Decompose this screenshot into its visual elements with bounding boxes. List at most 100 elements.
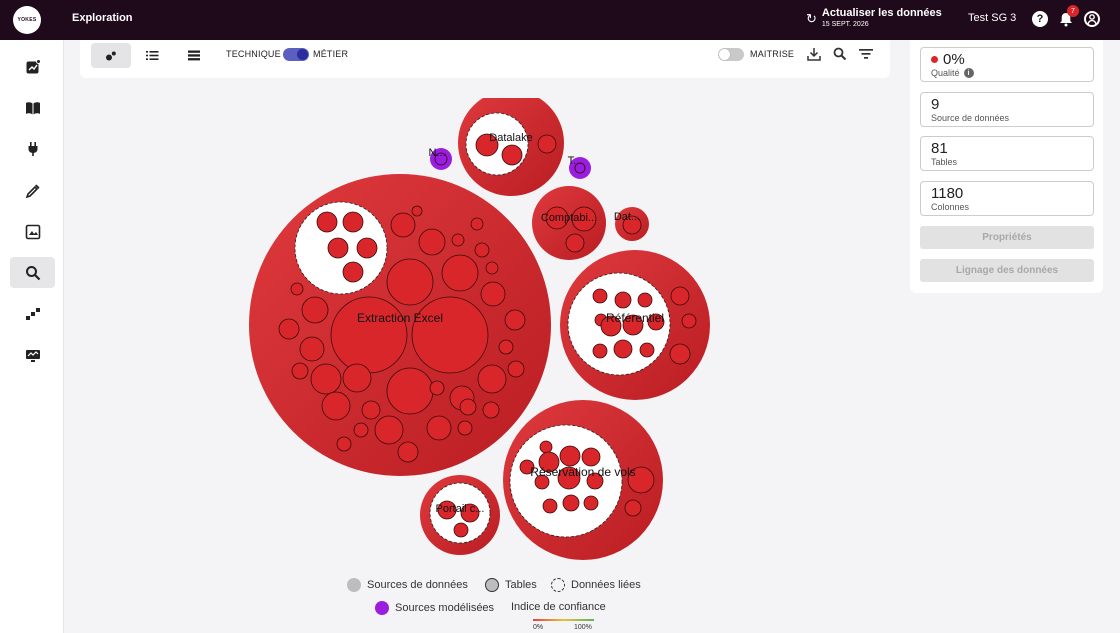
- legend-label-modeled: Sources modélisées: [395, 602, 495, 614]
- table-bubble[interactable]: [330, 296, 408, 374]
- table-bubble[interactable]: [342, 261, 364, 283]
- sources-stat: 9 Source de données: [920, 92, 1094, 127]
- table-bubble[interactable]: [291, 362, 309, 380]
- quality-status-dot: [931, 56, 938, 63]
- table-bubble[interactable]: [637, 292, 653, 308]
- data-lineage-button[interactable]: Lignage des données: [920, 259, 1094, 282]
- table-bubble[interactable]: [361, 400, 381, 420]
- sources-label: Source de données: [931, 113, 1010, 123]
- table-bubble[interactable]: [321, 391, 351, 421]
- bubble-label: Réservation de vols: [530, 465, 635, 479]
- stats-panel: 0% Qualité i 9 Source de données 81 Table…: [910, 40, 1103, 293]
- table-bubble[interactable]: [342, 363, 372, 393]
- table-bubble[interactable]: [624, 499, 642, 517]
- sources-value: 9: [931, 96, 940, 113]
- table-bubble[interactable]: [507, 360, 525, 378]
- table-bubble[interactable]: [453, 522, 469, 538]
- bubble-label: Portail c...: [436, 503, 485, 515]
- legend-label-tables: Tables: [505, 579, 537, 591]
- table-bubble[interactable]: [681, 313, 697, 329]
- table-bubble[interactable]: [613, 339, 633, 359]
- table-bubble[interactable]: [562, 494, 580, 512]
- table-bubble[interactable]: [670, 286, 690, 306]
- scale-min-label: 0%: [533, 624, 544, 631]
- bubble-label: N...: [428, 147, 445, 159]
- user-name: Test SG 3: [968, 12, 1017, 24]
- table-bubble[interactable]: [278, 318, 300, 340]
- info-icon[interactable]: i: [963, 68, 974, 78]
- properties-button[interactable]: Propriétés: [920, 226, 1094, 249]
- table-bubble[interactable]: [583, 495, 599, 511]
- table-bubble[interactable]: [429, 380, 445, 396]
- table-bubble[interactable]: [485, 261, 499, 275]
- table-bubble[interactable]: [539, 440, 553, 454]
- bubble-label: T...: [568, 155, 583, 167]
- user-avatar-icon[interactable]: [1084, 11, 1100, 27]
- table-bubble[interactable]: [418, 228, 446, 256]
- table-bubble[interactable]: [411, 205, 423, 217]
- table-bubble[interactable]: [451, 233, 465, 247]
- bubble-label: Extraction Excel: [357, 311, 443, 325]
- table-bubble[interactable]: [581, 447, 601, 467]
- bubble-label: Référentiel: [606, 311, 664, 325]
- confidence-scale: [533, 619, 594, 621]
- table-bubble[interactable]: [441, 254, 479, 292]
- table-bubble[interactable]: [426, 415, 452, 441]
- table-bubble[interactable]: [327, 237, 349, 259]
- legend-label-confidence: Indice de confiance: [511, 601, 606, 613]
- table-bubble[interactable]: [386, 258, 434, 306]
- table-bubble[interactable]: [614, 291, 632, 309]
- table-bubble[interactable]: [316, 211, 338, 233]
- table-bubble[interactable]: [299, 336, 325, 362]
- notification-badge: 7: [1067, 5, 1079, 17]
- legend-modeled: Sources modélisées: [375, 601, 494, 615]
- table-bubble[interactable]: [542, 498, 558, 514]
- quality-value: 0%: [943, 51, 965, 68]
- legend-swatch-modeled: [375, 601, 389, 615]
- table-bubble[interactable]: [342, 211, 364, 233]
- legend-sources: Sources de données: [347, 578, 468, 592]
- table-bubble[interactable]: [504, 309, 526, 331]
- table-bubble[interactable]: [592, 343, 608, 359]
- table-bubble[interactable]: [498, 339, 514, 355]
- bubble-label: Datalake: [489, 132, 532, 144]
- table-bubble[interactable]: [310, 363, 342, 395]
- legend-swatch-sources: [347, 578, 361, 592]
- legend-label-sources: Sources de données: [367, 579, 468, 591]
- table-bubble[interactable]: [386, 367, 434, 415]
- columns-stat: 1180 Colonnes: [920, 181, 1094, 216]
- table-bubble[interactable]: [501, 144, 523, 166]
- table-bubble[interactable]: [336, 436, 352, 452]
- table-bubble[interactable]: [459, 398, 477, 416]
- quality-label: Qualité: [931, 68, 960, 78]
- table-bubble[interactable]: [482, 401, 500, 419]
- table-bubble[interactable]: [565, 233, 585, 253]
- table-bubble[interactable]: [356, 237, 378, 259]
- table-bubble[interactable]: [592, 288, 608, 304]
- bubble-label: Dat...: [614, 211, 640, 223]
- table-bubble[interactable]: [390, 212, 416, 238]
- tables-value: 81: [931, 140, 948, 157]
- table-bubble[interactable]: [353, 422, 369, 438]
- legend-linked: Données liées: [551, 578, 641, 592]
- legend-tables: Tables: [485, 578, 537, 592]
- table-bubble[interactable]: [477, 364, 507, 394]
- table-bubble[interactable]: [470, 217, 484, 231]
- table-bubble[interactable]: [639, 342, 655, 358]
- table-bubble[interactable]: [480, 281, 506, 307]
- table-bubble[interactable]: [669, 343, 691, 365]
- help-icon[interactable]: ?: [1032, 11, 1048, 27]
- table-bubble[interactable]: [397, 441, 419, 463]
- legend-label-linked: Données liées: [571, 579, 641, 591]
- table-bubble[interactable]: [457, 420, 473, 436]
- tables-label: Tables: [931, 157, 958, 167]
- table-bubble[interactable]: [301, 296, 329, 324]
- table-bubble[interactable]: [411, 296, 489, 374]
- table-bubble[interactable]: [559, 445, 581, 467]
- bubble-label: Comptabi...: [541, 212, 597, 224]
- table-bubble[interactable]: [537, 134, 557, 154]
- table-bubble[interactable]: [290, 282, 304, 296]
- table-bubble[interactable]: [474, 242, 490, 258]
- table-bubble[interactable]: [374, 415, 404, 445]
- quality-stat: 0% Qualité i: [920, 47, 1094, 82]
